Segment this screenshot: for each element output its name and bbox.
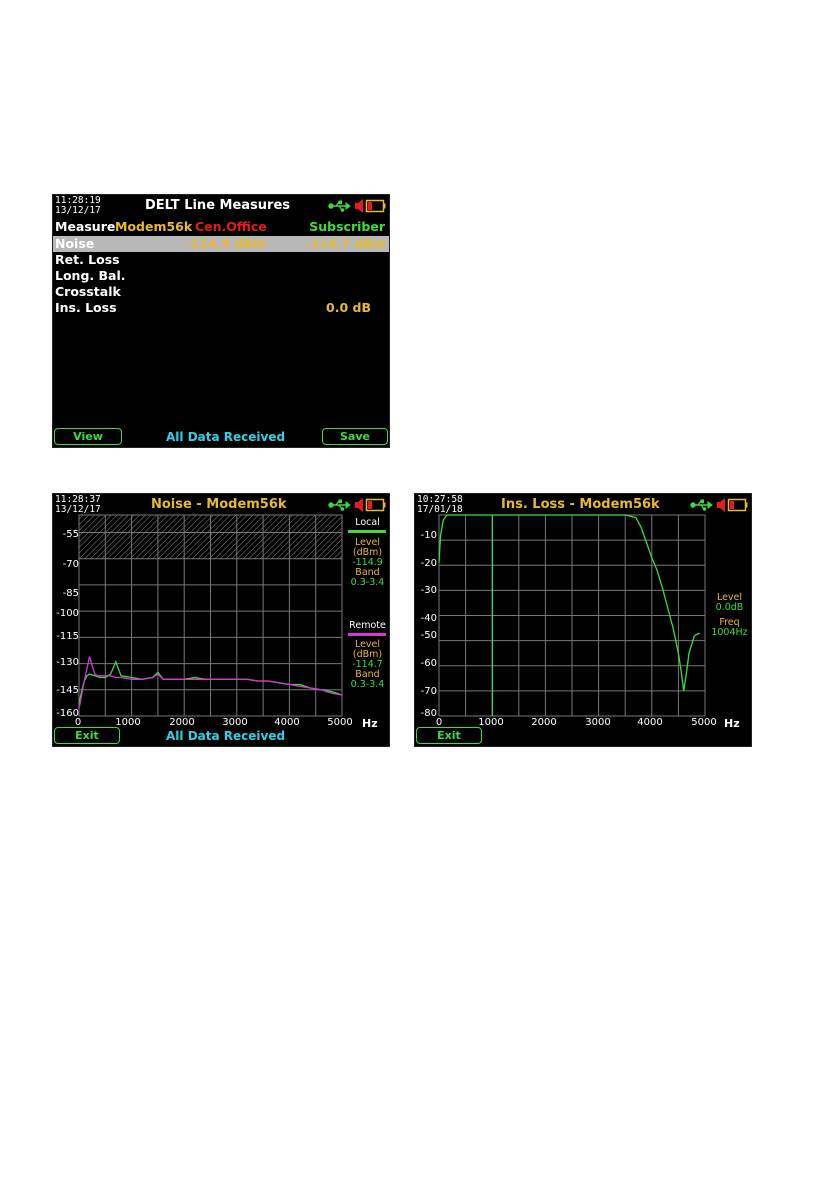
legend-local-swatch [348,530,386,533]
noise-screen: 11:28:37 13/12/17 Noise - Modem56k -55 -… [52,493,390,747]
table-row[interactable]: Ret. Loss [53,252,389,268]
row-label: Crosstalk [55,284,121,299]
row-subscriber-value: 0.0 dB [326,300,371,315]
table-row[interactable]: Crosstalk [53,284,389,300]
x-tick-label: 2000 [531,717,557,728]
save-button[interactable]: Save [322,428,388,445]
x-axis-unit: Hz [362,717,378,730]
mode-header: Modem56k [115,219,193,234]
y-tick-label: -145 [56,685,79,696]
noise-chart [78,514,343,717]
x-tick-label: 4000 [637,717,663,728]
y-tick-label: -20 [420,558,437,569]
row-label: Ins. Loss [55,300,117,315]
measure-header-row: Measure Modem56k Cen.Office Subscriber [53,219,389,235]
y-tick-label: -70 [62,559,79,570]
row-label: Long. Bal. [55,268,126,283]
subscriber-header: Subscriber [309,219,385,234]
row-subscriber-value: -114.7 dBm [305,236,386,251]
local-band-value: 0.3-3.4 [350,577,385,588]
level-value: 0.0dB [715,602,744,613]
view-button[interactable]: View [54,428,122,445]
y-tick-label: -130 [56,657,79,668]
ins-loss-screen: 10:27:58 17/01/18 Ins. Loss - Modem56k -… [414,493,752,747]
ins-loss-chart [438,514,706,717]
screen-title: DELT Line Measures [145,198,291,213]
x-tick-label: 1000 [478,717,504,728]
y-tick-label: -60 [420,658,437,669]
x-tick-label: 4000 [274,717,300,728]
measure-header: Measure [55,219,116,234]
x-tick-label: 3000 [585,717,611,728]
speaker-icon [355,199,363,213]
exit-button[interactable]: Exit [54,727,120,744]
row-label: Ret. Loss [55,252,120,267]
x-tick-label: 5000 [691,717,717,728]
status-text: All Data Received [166,430,286,444]
x-tick-label: 5000 [327,717,353,728]
clock: 11:28:19 13/12/17 [55,196,101,216]
y-tick-label: -50 [420,630,437,641]
remote-band-value: 0.3-3.4 [350,679,385,690]
y-tick-label: -100 [56,608,79,619]
series-line-ins-loss [438,514,700,691]
cen-office-header: Cen.Office [195,219,267,234]
x-tick-label: 3000 [222,717,248,728]
legend-remote-swatch [348,633,386,636]
y-tick-label: -55 [62,529,79,540]
y-tick-label: -70 [420,686,437,697]
legend-remote-label: Remote [349,620,386,631]
y-tick-label: -85 [62,588,79,599]
y-tick-label: -30 [420,585,437,596]
row-label: Noise [55,236,95,251]
exit-button[interactable]: Exit [416,727,482,744]
table-row[interactable]: Long. Bal. [53,268,389,284]
freq-value: 1004Hz [711,627,748,638]
y-tick-label: -40 [420,613,437,624]
table-row[interactable]: Ins. Loss 0.0 dB [53,300,389,316]
delt-line-measures-screen: 11:28:19 13/12/17 DELT Line Measures Mea… [52,194,390,448]
table-row[interactable]: Noise -114.9 dBm -114.7 dBm [53,236,389,252]
y-tick-label: -10 [420,530,437,541]
battery-icon [365,199,386,213]
y-tick-label: -115 [56,631,79,642]
row-cen-office-value: -114.9 dBm [185,236,266,251]
clock-date: 13/12/17 [55,205,101,216]
legend-local-label: Local [355,517,380,528]
x-axis-unit: Hz [724,717,740,730]
status-text: All Data Received [166,729,286,743]
x-tick-label: 2000 [169,717,195,728]
usb-icon [328,200,351,212]
status-icons [328,199,386,213]
